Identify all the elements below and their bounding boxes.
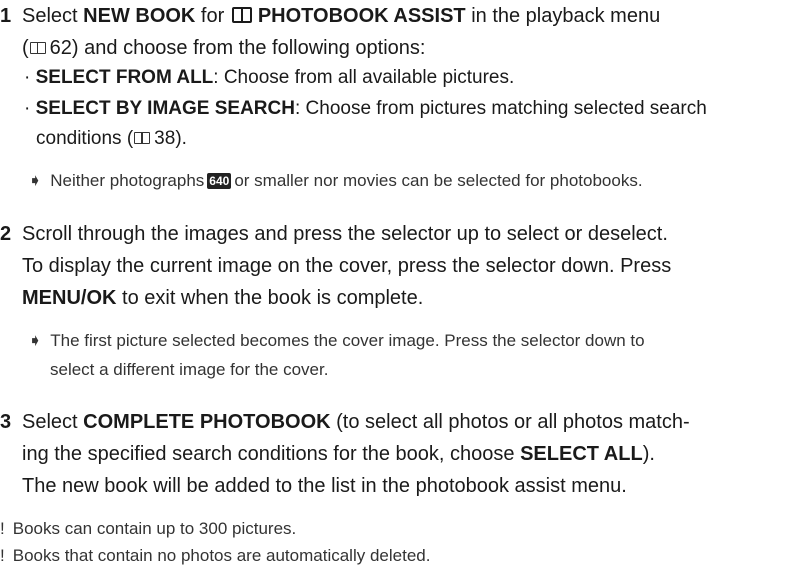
option-select-all: SELECT ALL [520,443,643,465]
text: Select [22,411,84,433]
step-1: 1 Select NEW BOOK for PHOTOBOOK ASSIST in… [0,0,660,32]
page-ref: 38 [154,128,176,149]
text: To display the current image on the cove… [22,255,672,277]
note: ➧ The first picture selected becomes the … [28,326,645,355]
text: select a different image for the cover. [50,360,329,379]
bullet-label: SELECT BY IMAGE SEARCH [35,98,295,119]
caution-icon: ! [0,519,5,538]
bullet-text: : Choose from pictures matching selected… [294,98,707,119]
text: (to select all photos or all photos matc… [330,411,690,433]
text: in the playback menu [465,5,661,27]
step-number: 1 [0,5,12,27]
bullet-label: SELECT FROM ALL [35,67,214,88]
step-3-line-3: The new book will be added to the list i… [0,470,627,502]
text: Books that contain no photos are automat… [12,546,431,565]
text: to exit when the book is complete. [116,287,424,309]
text: Select [22,5,84,27]
step-2: 2 Scroll through the images and press the… [0,218,668,250]
caution-icon: ! [0,546,5,565]
caution-2: ! Books that contain no photos are automa… [0,542,430,569]
note-continuation: select a different image for the cover. [50,355,328,384]
text: for [195,5,230,27]
step-number: 2 [0,223,12,245]
manual-page: 1 Select NEW BOOK for PHOTOBOOK ASSIST in… [0,0,812,571]
text: Books can contain up to 300 pictures. [12,519,297,538]
page-ref: 62 [49,37,72,59]
photobook-icon [231,7,252,23]
list-item: · SELECT FROM ALL: Choose from all avail… [24,67,515,88]
note: ➧ Neither photographs 640 or smaller nor mo… [28,166,643,195]
text: The first picture selected becomes the c… [50,331,645,350]
page-reference-icon [134,132,151,144]
option-photobook-assist: PHOTOBOOK ASSIST [257,5,466,27]
text: The new book will be added to the list i… [22,475,627,497]
size-badge-icon: 640 [207,173,232,189]
page-reference-icon [29,42,46,54]
text: Neither photographs [50,171,205,190]
step-number: 3 [0,411,12,433]
list-item: · SELECT BY IMAGE SEARCH: Choose from pi… [24,98,707,119]
text: ing the specified search conditions for … [22,443,521,465]
text: ) and choose from the following options: [71,37,426,59]
step-1-line-2: (62) and choose from the following optio… [0,32,425,64]
step-2-line-3: MENU/OK to exit when the book is complet… [0,282,423,314]
note-arrow-icon: ➧ [28,171,43,190]
text: ). [642,443,655,465]
step-3-line-2: ing the specified search conditions for … [0,438,655,470]
step-3: 3 Select COMPLETE PHOTOBOOK (to select al… [0,406,690,438]
text: Scroll through the images and press the … [22,223,668,245]
step-2-line-2: To display the current image on the cove… [0,250,671,282]
caution-1: ! Books can contain up to 300 pictures. [0,515,296,542]
menu-ok-button-label: MENU/OK [22,287,117,309]
text: or smaller nor movies can be selected fo… [234,171,643,190]
note-arrow-icon: ➧ [28,331,43,350]
option-complete-photobook: COMPLETE PHOTOBOOK [83,411,331,433]
option-new-book: NEW BOOK [83,5,196,27]
text: conditions ( [36,128,134,149]
text: ). [175,128,187,149]
list-item-continuation: conditions ( 38). [36,123,187,154]
text: ( [22,37,29,59]
bullet-text: : Choose from all available pictures. [213,67,515,88]
